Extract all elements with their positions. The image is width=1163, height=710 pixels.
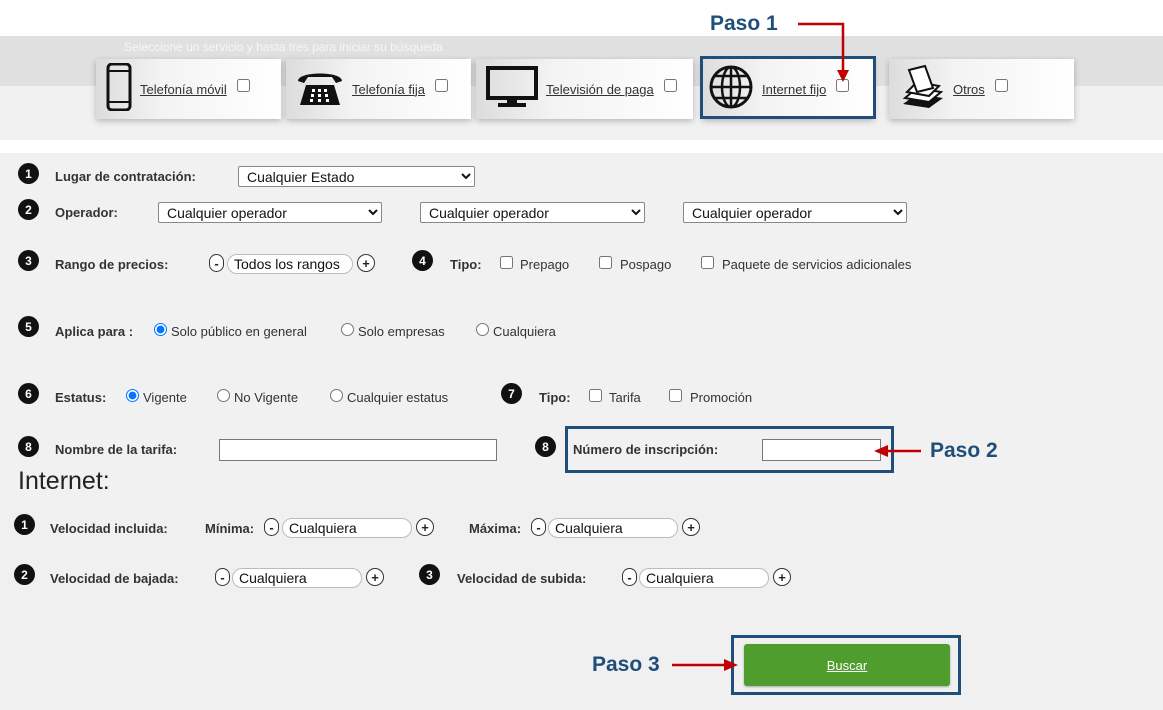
annotation-arrows [672,22,921,671]
paso1-arrowhead-icon [837,70,849,82]
paso1-arrow-icon [798,22,845,72]
paso2-arrowhead-icon [874,445,888,457]
paso3-arrowhead-icon [724,659,738,671]
